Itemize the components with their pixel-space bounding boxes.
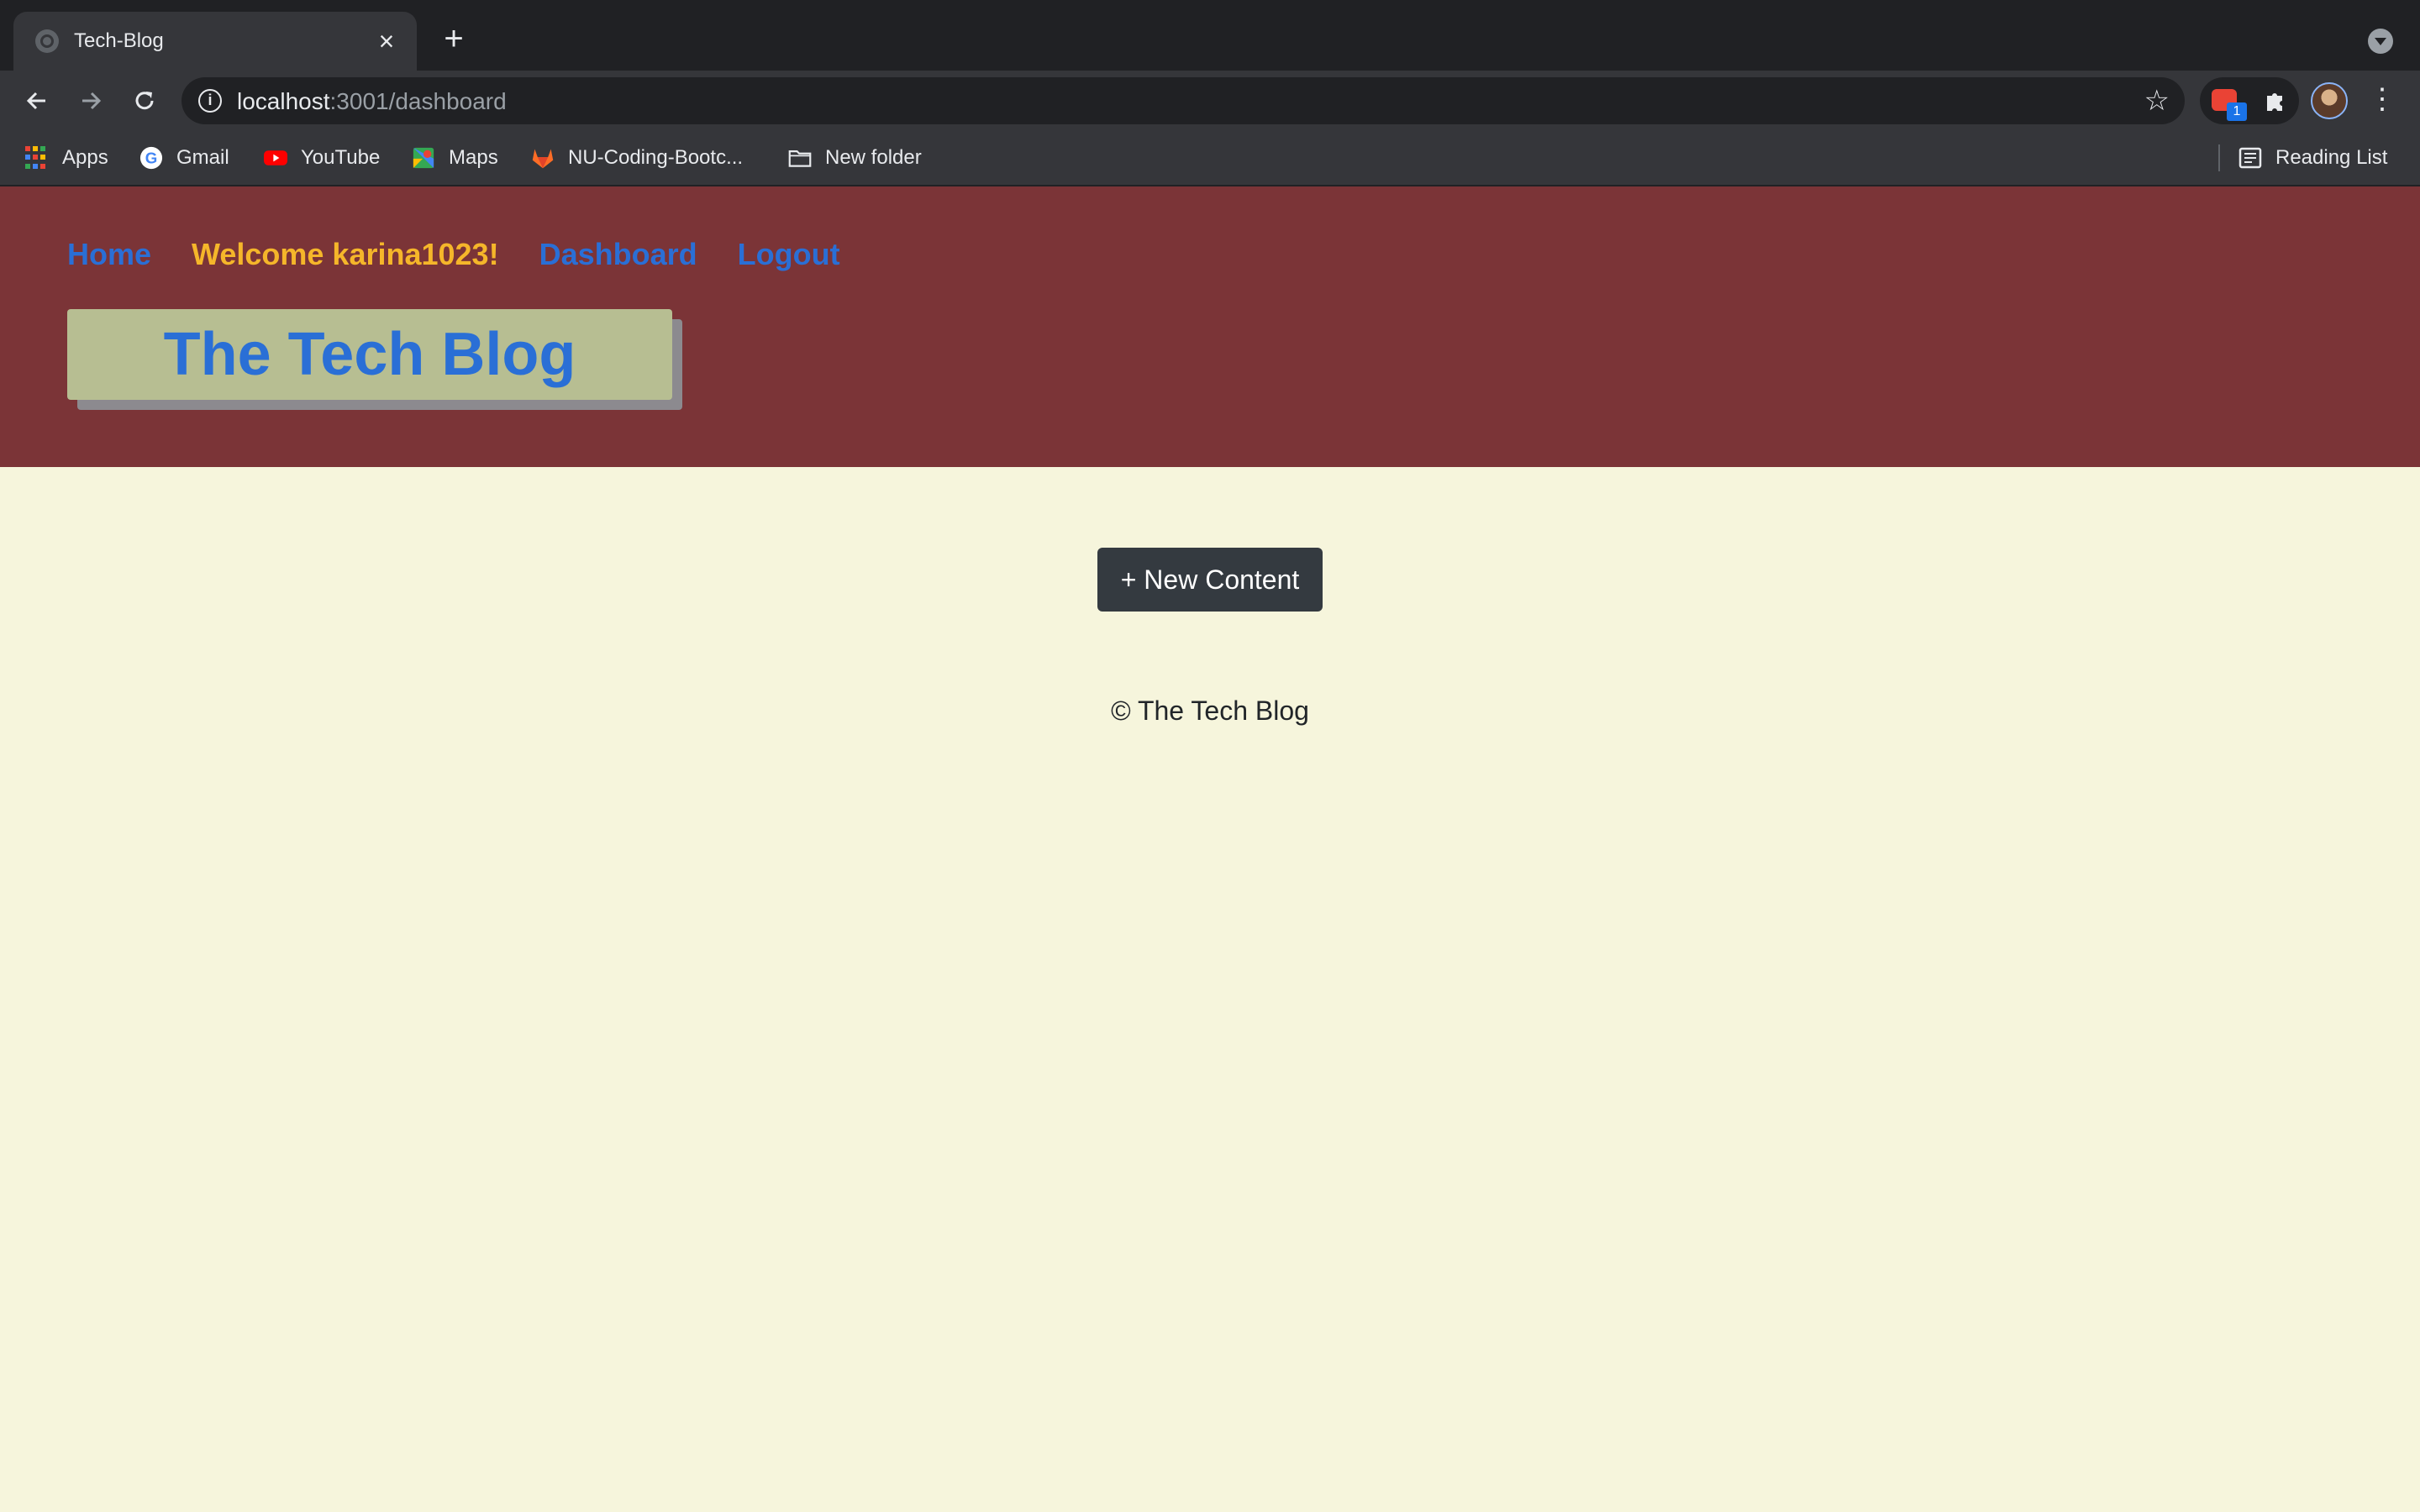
bookmark-label: Gmail xyxy=(176,146,229,169)
nav-home-link[interactable]: Home xyxy=(67,237,151,272)
bookmark-youtube[interactable]: YouTube xyxy=(264,143,380,173)
address-bar[interactable]: i localhost:3001/dashboard ☆ xyxy=(182,77,2185,124)
bookmarks-bar: Apps G Gmail YouTube Maps NU-Coding-Boot… xyxy=(0,129,2420,186)
bookmark-label: Maps xyxy=(449,146,498,169)
site-title: The Tech Blog xyxy=(67,309,672,400)
bookmark-label: New folder xyxy=(825,146,922,169)
reading-list-label: Reading List xyxy=(2275,146,2388,169)
bookmark-nu-coding[interactable]: NU-Coding-Bootc... xyxy=(531,143,743,173)
maps-icon xyxy=(413,147,434,169)
extension-badge: 1 xyxy=(2227,102,2247,121)
google-icon: G xyxy=(139,146,163,170)
back-arrow-icon xyxy=(26,92,45,110)
site-header: Home Welcome karina1023! Dashboard Logou… xyxy=(0,186,2420,467)
folder-icon xyxy=(788,150,812,167)
forward-button[interactable] xyxy=(72,82,109,119)
url-text: localhost:3001/dashboard xyxy=(237,88,507,114)
back-button[interactable] xyxy=(18,82,55,119)
gitlab-icon xyxy=(532,149,554,169)
browser-tab[interactable]: Tech-Blog × xyxy=(13,12,417,71)
bookmark-star-icon[interactable]: ☆ xyxy=(2144,84,2170,118)
puzzle-icon[interactable] xyxy=(2262,87,2289,114)
bookmark-apps[interactable]: Apps xyxy=(25,143,108,173)
tab-title: Tech-Blog xyxy=(74,29,164,52)
bookmark-label: Apps xyxy=(62,146,108,169)
browser-tabstrip: Tech-Blog × + xyxy=(0,0,2420,71)
brand-banner: The Tech Blog xyxy=(67,309,682,410)
bookmark-maps[interactable]: Maps xyxy=(412,143,498,173)
tab-search-icon[interactable] xyxy=(2368,29,2393,54)
reading-list-button[interactable]: Reading List xyxy=(2238,143,2387,173)
forward-arrow-icon xyxy=(82,92,102,110)
bookmark-label: NU-Coding-Bootc... xyxy=(568,146,744,169)
reload-icon xyxy=(135,92,154,110)
more-menu-icon[interactable]: ⋮ xyxy=(2368,81,2396,121)
page-content: Home Welcome karina1023! Dashboard Logou… xyxy=(0,186,2420,1512)
nav-dashboard-link[interactable]: Dashboard xyxy=(539,237,697,272)
welcome-message: Welcome karina1023! xyxy=(192,237,499,271)
bookmark-label: YouTube xyxy=(301,146,381,169)
profile-avatar[interactable] xyxy=(2311,82,2348,119)
browser-toolbar: i localhost:3001/dashboard ☆ 1 ⋮ xyxy=(0,71,2420,129)
new-content-button[interactable]: + New Content xyxy=(1097,548,1323,612)
bookmark-gmail[interactable]: G Gmail xyxy=(139,143,229,173)
info-icon[interactable]: i xyxy=(198,89,222,113)
bookmarks-divider xyxy=(2218,144,2220,171)
nav-logout-link[interactable]: Logout xyxy=(738,237,840,272)
new-tab-button[interactable]: + xyxy=(437,22,471,57)
extensions-area: 1 xyxy=(2200,77,2299,124)
apps-grid-icon xyxy=(25,146,49,170)
reading-list-icon xyxy=(2238,147,2262,169)
tab-close-icon[interactable]: × xyxy=(370,28,403,55)
youtube-icon xyxy=(264,150,287,165)
globe-icon xyxy=(35,29,59,53)
svg-text:G: G xyxy=(145,150,158,167)
bookmark-new-folder[interactable]: New folder xyxy=(788,143,922,173)
footer-text: © The Tech Blog xyxy=(1111,696,1309,726)
reload-button[interactable] xyxy=(126,82,163,119)
site-nav: Home Welcome karina1023! Dashboard Logou… xyxy=(67,237,840,272)
